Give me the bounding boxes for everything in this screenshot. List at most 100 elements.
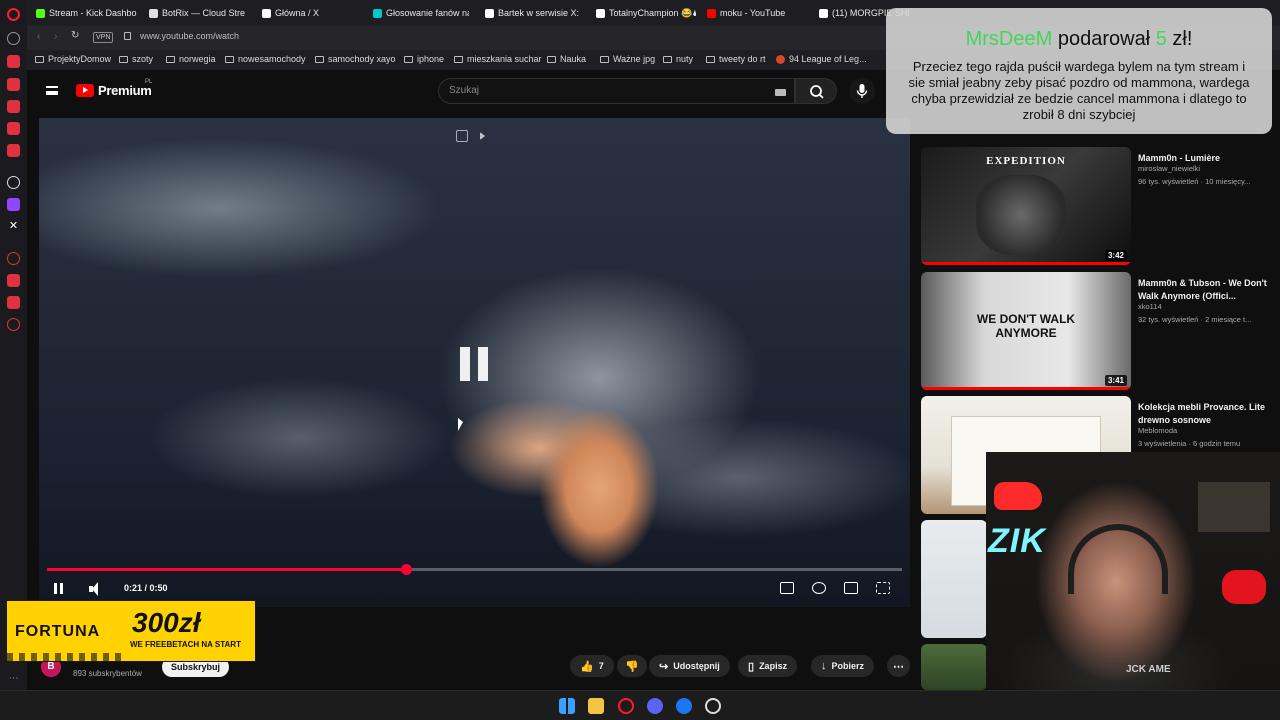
bookmark-folder[interactable]: samochody xayo (315, 54, 396, 64)
ad-stripe (7, 653, 125, 661)
tab-botrix[interactable]: BotRix — Cloud Strea (149, 4, 245, 22)
chatgpt-icon[interactable] (7, 176, 20, 189)
facebook-icon[interactable] (676, 698, 692, 714)
refresh-sidebar-icon[interactable] (7, 32, 20, 45)
channel-name[interactable]: Meblomoda (1138, 426, 1177, 435)
bookmark-folder[interactable]: ProjektyDomow (35, 54, 111, 64)
player-top-controls (456, 130, 485, 142)
mouse-cursor-icon (458, 418, 463, 431)
tab-totalnychampion[interactable]: TotalnyChampion 😂🌢 (596, 4, 696, 22)
channel-name[interactable]: xko114 (1138, 302, 1162, 311)
whatsapp-icon[interactable] (7, 100, 20, 113)
url-text[interactable]: www.youtube.com/watch (140, 31, 239, 41)
voice-search-button[interactable] (849, 78, 875, 104)
video-player[interactable]: 0:21 / 0:50 (39, 118, 910, 607)
folder-icon (454, 55, 463, 63)
settings-gear-icon[interactable] (812, 582, 826, 594)
messenger-icon[interactable] (7, 78, 20, 91)
opera-taskbar-icon[interactable] (618, 698, 634, 714)
tab-kick[interactable]: Stream - Kick Dashbo (36, 4, 141, 22)
pause-button[interactable] (54, 581, 64, 597)
file-explorer-icon[interactable] (588, 698, 604, 714)
youtube-play-icon (76, 84, 94, 97)
progress-bar[interactable] (47, 564, 902, 575)
pause-overlay-icon[interactable] (460, 347, 488, 381)
fullscreen-icon[interactable] (876, 582, 890, 594)
bookmark-folder[interactable]: Nauka (547, 54, 586, 64)
recommendation-item[interactable]: EXPEDITION 3:42 Mamm0n - Lumière mirosla… (921, 147, 1271, 267)
download-sidebar-icon[interactable] (7, 274, 20, 287)
skip-icon[interactable] (480, 132, 485, 140)
keyboard-icon[interactable] (775, 89, 786, 96)
more-icon: ⋯ (893, 660, 904, 673)
recommendation-item[interactable]: WE DON'T WALK ANYMORE 3:41 Mamm0n & Tubs… (921, 272, 1271, 392)
tab-bartek[interactable]: Bartek w serwisie X: (485, 4, 579, 22)
forward-icon[interactable]: › (54, 31, 57, 42)
video-thumbnail[interactable] (921, 520, 987, 638)
aria-icon[interactable] (7, 55, 20, 68)
x-icon[interactable]: ✕ (7, 220, 20, 233)
thumbs-down-icon: 👎 (625, 660, 639, 673)
tab-x-home[interactable]: Główna / X (262, 4, 354, 22)
bookmark-folder[interactable]: norwegia (166, 54, 216, 64)
more-sidebar-icon[interactable]: ⋯ (7, 672, 20, 685)
webcam-shelf (1198, 482, 1270, 532)
botrix-icon (149, 8, 158, 18)
music-icon[interactable] (7, 144, 20, 157)
folder-icon (663, 55, 672, 63)
folder-icon (166, 55, 175, 63)
bookmark-folder[interactable]: nuty (663, 54, 693, 64)
video-thumbnail[interactable]: WE DON'T WALK ANYMORE 3:41 (921, 272, 1131, 390)
history-icon[interactable] (7, 252, 20, 265)
video-thumbnail[interactable]: EXPEDITION 3:42 (921, 147, 1131, 265)
back-icon[interactable]: ‹ (37, 31, 40, 42)
thumbnail-text: EXPEDITION (986, 155, 1066, 167)
instagram-icon[interactable] (7, 122, 20, 135)
vpn-badge[interactable]: VPN (93, 32, 114, 43)
opera-logo-icon[interactable] (7, 8, 20, 21)
chatgpt-taskbar-icon[interactable] (705, 698, 721, 714)
download-button[interactable]: ↓ Pobierz (811, 655, 875, 677)
progress-scrubber[interactable] (401, 564, 413, 575)
twitch-icon[interactable] (7, 198, 20, 211)
tab-voting[interactable]: Głosowanie fanów na (373, 4, 469, 22)
bookmark-folder[interactable]: iphone (404, 54, 444, 64)
like-button[interactable]: 👍 7 (570, 655, 614, 677)
folder-icon (706, 55, 715, 63)
bookmark-folder[interactable]: mieszkania suchar (454, 54, 542, 64)
search-input[interactable]: Szukaj (438, 78, 795, 104)
video-title[interactable]: Mamm0n & Tubson - We Don't Walk Anymore … (1138, 277, 1268, 303)
duration-badge: 3:42 (1104, 250, 1127, 261)
video-thumbnail[interactable] (921, 644, 987, 690)
hamburger-menu-icon[interactable] (46, 86, 58, 95)
theater-mode-icon[interactable] (844, 582, 858, 594)
bookmark-icon: ▯ (748, 660, 755, 673)
settings-sidebar-icon[interactable] (7, 318, 20, 331)
search-button[interactable] (795, 78, 837, 104)
subtitles-icon[interactable] (780, 582, 794, 594)
reload-icon[interactable]: ↻ (71, 30, 79, 41)
video-title[interactable]: Kolekcja mebli Provance. Lite drewno sos… (1138, 401, 1268, 427)
save-button[interactable]: ▯ Zapisz (738, 655, 798, 677)
windows-taskbar (0, 690, 1280, 720)
fortuna-ad-overlay: FORTUNA 300zł WE FREEBETACH NA START (6, 600, 256, 662)
bookmark-folder[interactable]: Ważne jpg (600, 54, 655, 64)
youtube-icon (707, 8, 716, 18)
miniplayer-icon[interactable] (456, 130, 468, 142)
thumbs-up-icon: 👍 (580, 660, 594, 673)
share-button[interactable]: ↪ Udostępnij (649, 655, 730, 677)
dislike-button[interactable]: 👎 (617, 655, 647, 677)
bookmark-folder[interactable]: tweety do rt (706, 54, 766, 64)
bookmark-folder[interactable]: szoty (119, 54, 153, 64)
extensions-icon[interactable] (7, 296, 20, 309)
youtube-premium-logo[interactable]: Premium PL (76, 79, 152, 98)
more-actions-button[interactable]: ⋯ (887, 655, 910, 677)
volume-icon[interactable] (89, 581, 101, 597)
tab-youtube-moku[interactable]: moku - YouTube (707, 4, 809, 22)
bookmark-league[interactable]: 94 League of Leg... (776, 54, 867, 64)
bookmark-folder[interactable]: nowesamochody (225, 54, 306, 64)
discord-icon[interactable] (647, 698, 663, 714)
neon-lips-sign (1222, 570, 1266, 604)
channel-name[interactable]: miroslaw_niewielki (1138, 164, 1200, 173)
windows-start-icon[interactable] (559, 698, 575, 714)
